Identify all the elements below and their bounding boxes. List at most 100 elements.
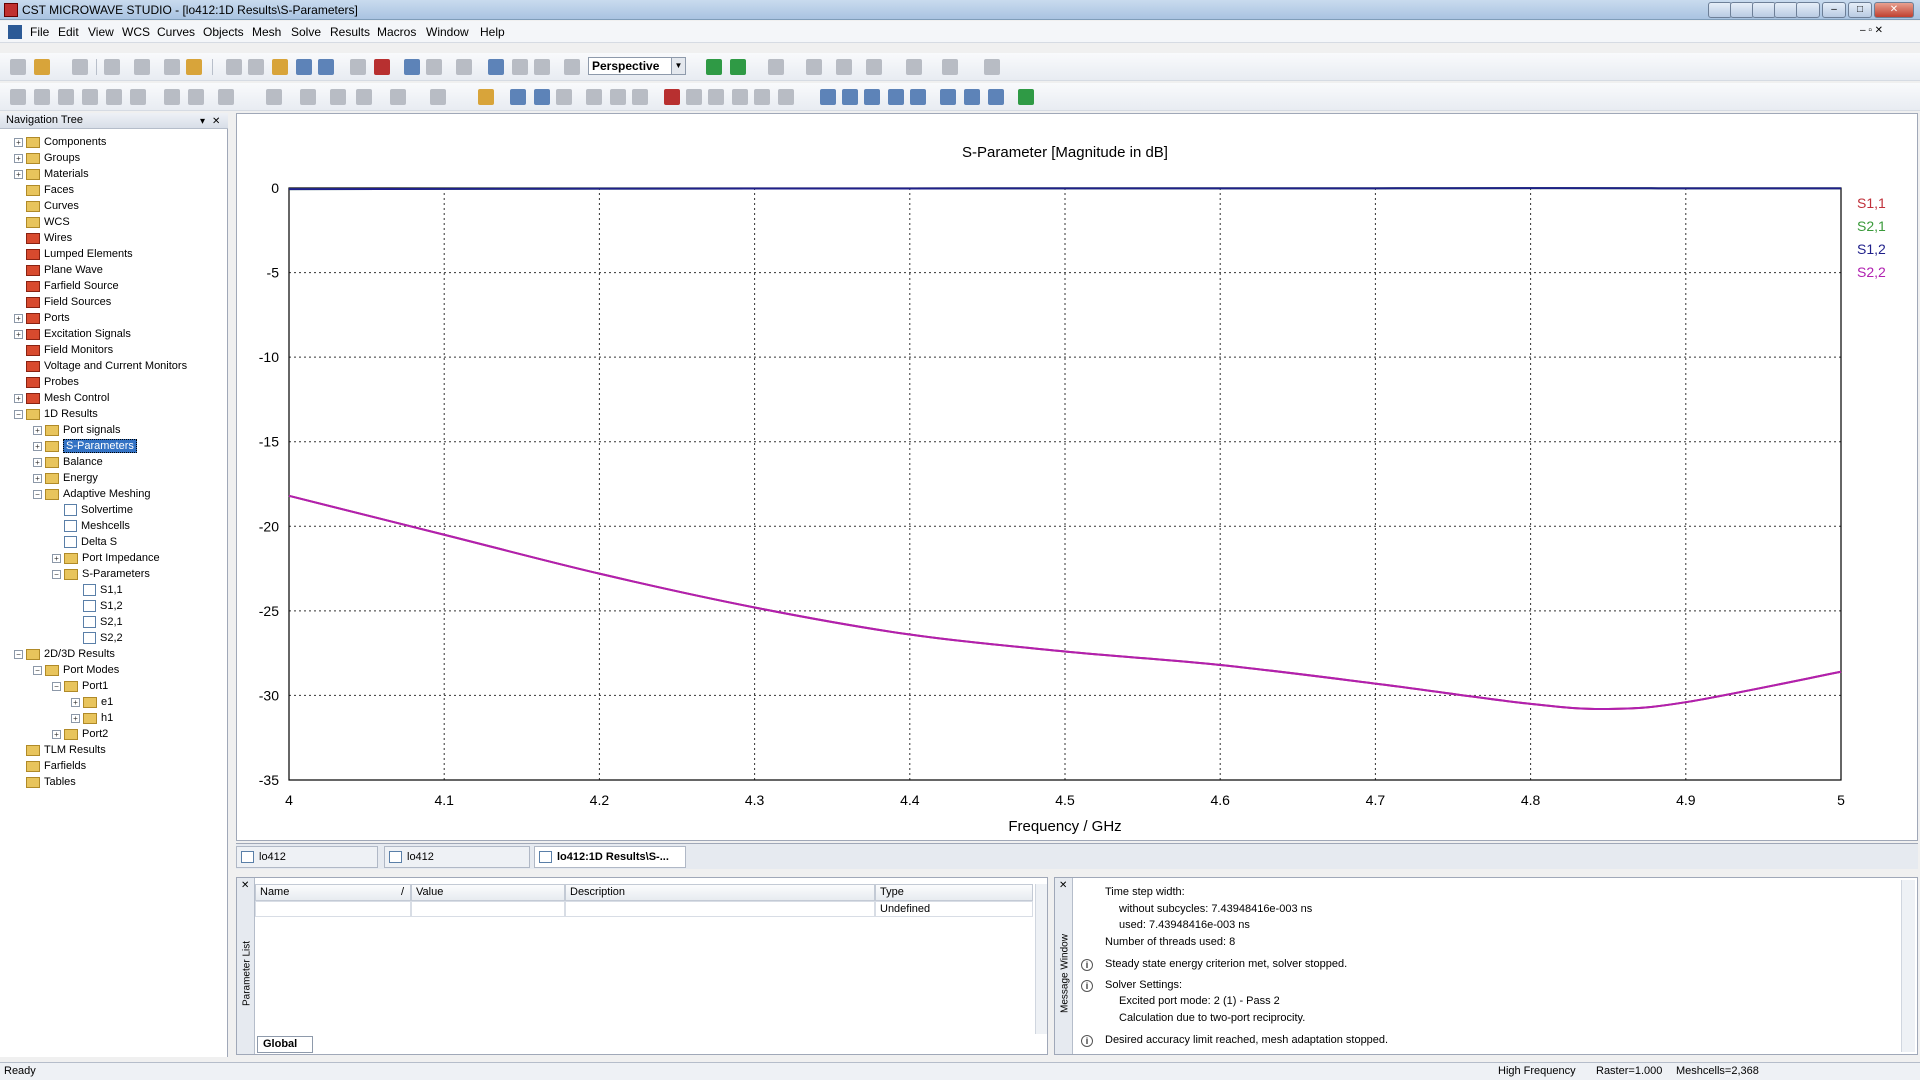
tree-item[interactable]: Faces: [14, 182, 74, 198]
window-extra-button-4[interactable]: [1774, 2, 1798, 18]
menu-objects[interactable]: Objects: [203, 25, 244, 39]
param-scrollbar[interactable]: [1035, 884, 1047, 1034]
tree-item[interactable]: Plane Wave: [14, 262, 103, 278]
boolean-icon[interactable]: [906, 59, 922, 75]
expand-icon[interactable]: +: [14, 169, 23, 179]
freq-solver-icon[interactable]: [686, 89, 702, 105]
trim-icon[interactable]: [356, 89, 372, 105]
menu-view[interactable]: View: [88, 25, 114, 39]
material-icon[interactable]: [510, 89, 526, 105]
rotate-icon[interactable]: [226, 59, 242, 75]
loft-icon[interactable]: [188, 89, 204, 105]
expand-icon[interactable]: +: [33, 457, 42, 467]
tree-item[interactable]: + Port signals: [33, 422, 120, 438]
tree-item[interactable]: + Materials: [14, 166, 89, 182]
tree-item[interactable]: TLM Results: [14, 742, 106, 758]
tree-item[interactable]: WCS: [14, 214, 70, 230]
working-plane-icon[interactable]: [488, 59, 504, 75]
zoom-window-icon[interactable]: [318, 59, 334, 75]
torus-icon[interactable]: [106, 89, 122, 105]
rotate-shape-icon[interactable]: [164, 89, 180, 105]
doc-menu-icon[interactable]: [8, 25, 22, 39]
tree-item[interactable]: − Port1: [52, 678, 108, 694]
expand-icon[interactable]: +: [52, 729, 61, 739]
tree-item[interactable]: Wires: [14, 230, 72, 246]
msg-close-icon[interactable]: ✕: [1059, 880, 1067, 891]
tree-item[interactable]: S1,1: [71, 582, 123, 598]
tree-item[interactable]: − S-Parameters: [52, 566, 150, 582]
plot-magnitude-db-icon[interactable]: [888, 89, 904, 105]
col-name[interactable]: Name /: [255, 884, 411, 901]
expand-icon[interactable]: +: [52, 553, 61, 563]
expand-icon[interactable]: +: [33, 473, 42, 483]
symmetry-icon[interactable]: [556, 89, 572, 105]
paste-icon[interactable]: [186, 59, 202, 75]
plot-linear-icon[interactable]: [820, 89, 836, 105]
extrude-icon[interactable]: [130, 89, 146, 105]
param-close-icon[interactable]: ✕: [241, 880, 249, 891]
tree-item[interactable]: − Adaptive Meshing: [33, 486, 150, 502]
tree-item[interactable]: Field Monitors: [14, 342, 113, 358]
tree-item[interactable]: + Balance: [33, 454, 103, 470]
tree-item[interactable]: + Port2: [52, 726, 108, 742]
field-monitor-icon[interactable]: [730, 59, 746, 75]
admittance-chart-icon[interactable]: [988, 89, 1004, 105]
blend-icon[interactable]: [266, 89, 282, 105]
collapse-icon[interactable]: −: [14, 649, 23, 659]
tree-item[interactable]: Probes: [14, 374, 79, 390]
select-icon[interactable]: [404, 59, 420, 75]
plot-view[interactable]: S-Parameter [Magnitude in dB] 4 4.1 4.2 4.3 4…: [236, 113, 1918, 841]
save-icon[interactable]: [72, 59, 88, 75]
plot-real-imag-icon[interactable]: [910, 89, 926, 105]
pick-tool-icon[interactable]: [942, 59, 958, 75]
cone-icon[interactable]: [82, 89, 98, 105]
window-extra-button-5[interactable]: [1796, 2, 1820, 18]
collapse-icon[interactable]: −: [33, 665, 42, 675]
window-extra-button-3[interactable]: [1752, 2, 1776, 18]
expand-icon[interactable]: +: [14, 329, 23, 339]
tree-item[interactable]: + Mesh Control: [14, 390, 109, 406]
tab-global[interactable]: Global: [257, 1036, 313, 1053]
sphere-icon[interactable]: [34, 89, 50, 105]
tree-item[interactable]: Farfields: [14, 758, 86, 774]
waveguide-port-icon[interactable]: [632, 89, 648, 105]
s-parameter-chart[interactable]: S-Parameter [Magnitude in dB] 4 4.1 4.2 4.3 4…: [237, 114, 1917, 840]
menu-help[interactable]: Help: [480, 25, 505, 39]
menu-window[interactable]: Window: [426, 25, 469, 39]
col-value[interactable]: Value: [411, 884, 565, 901]
tree-item[interactable]: + e1: [71, 694, 113, 710]
tab-lo412-3d[interactable]: lo412: [236, 846, 378, 868]
plot-db-icon[interactable]: [842, 89, 858, 105]
open-folder-icon[interactable]: [34, 59, 50, 75]
expand-icon[interactable]: +: [71, 713, 80, 723]
tree-item[interactable]: + Components: [14, 134, 106, 150]
probe-icon[interactable]: [768, 59, 784, 75]
collapse-icon[interactable]: −: [52, 569, 61, 579]
menu-wcs[interactable]: WCS: [122, 25, 150, 39]
tree-item[interactable]: + Energy: [33, 470, 98, 486]
time-solver-icon[interactable]: [664, 89, 680, 105]
integral-solver-icon[interactable]: [732, 89, 748, 105]
tree-item[interactable]: S2,2: [71, 630, 123, 646]
wireframe-icon[interactable]: [456, 59, 472, 75]
tree-item[interactable]: + h1: [71, 710, 113, 726]
ruler-icon[interactable]: [478, 89, 494, 105]
cylinder-icon[interactable]: [58, 89, 74, 105]
chamfer-icon[interactable]: [300, 89, 316, 105]
expand-icon[interactable]: +: [33, 425, 42, 435]
excitation-icon[interactable]: [706, 59, 722, 75]
tree-item[interactable]: + Excitation Signals: [14, 326, 131, 342]
plot-phase-icon[interactable]: [864, 89, 880, 105]
smith-chart-icon[interactable]: [940, 89, 956, 105]
shell-icon[interactable]: [330, 89, 346, 105]
tab-lo412-schematic[interactable]: lo412: [384, 846, 530, 868]
undo-icon[interactable]: [134, 59, 150, 75]
help-icon[interactable]: [984, 59, 1000, 75]
close-button[interactable]: ✕: [1874, 2, 1914, 18]
param-value-cell[interactable]: [411, 901, 565, 917]
collapse-icon[interactable]: −: [52, 681, 61, 691]
view-mode-dropdown[interactable]: Perspective ▼: [588, 57, 686, 75]
copy-icon[interactable]: [164, 59, 180, 75]
eigen-solver-icon[interactable]: [708, 89, 724, 105]
maximize-button[interactable]: □: [1848, 2, 1872, 18]
